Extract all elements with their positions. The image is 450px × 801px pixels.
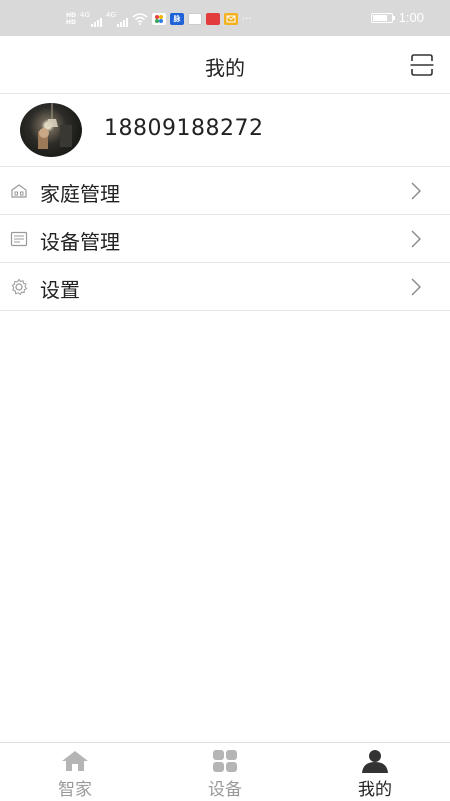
status-bar-right: 1:00: [370, 10, 424, 25]
tab-mine[interactable]: 我的: [300, 743, 450, 801]
tab-devices[interactable]: 设备: [150, 743, 300, 801]
page-header: 我的: [0, 36, 450, 94]
home-icon: [62, 751, 88, 771]
chevron-right-icon: [411, 182, 421, 200]
status-bar: HD HD 4G 4G 脉 ··· 1:00: [0, 0, 450, 36]
mail-icon: [224, 13, 239, 25]
profile-card[interactable]: 18809188272: [0, 94, 450, 167]
tab-label: 我的: [358, 780, 392, 800]
gear-icon: [11, 278, 28, 296]
scan-icon[interactable]: [410, 53, 434, 77]
status-time: 1:00: [398, 10, 424, 25]
battery-icon: [370, 12, 395, 23]
maimai-app-icon: 脉: [170, 13, 185, 25]
app-notification-icon-3: [206, 13, 221, 25]
status-bar-left: HD HD 4G 4G 脉 ···: [66, 8, 252, 30]
signal-icon: 4G: [80, 11, 103, 27]
maimai-app-label: 脉: [173, 15, 181, 23]
grid-icon: [213, 750, 237, 772]
wifi-icon: [132, 13, 148, 25]
device-list-icon: [10, 231, 28, 247]
signal-2-label: 4G: [106, 11, 116, 19]
tab-smart-home[interactable]: 智家: [0, 743, 150, 801]
page-title: 我的: [205, 56, 245, 80]
menu-item-label: 家庭管理: [40, 182, 120, 206]
person-icon: [362, 750, 388, 773]
user-phone-number: 18809188272: [104, 116, 264, 141]
app-notification-icon: [152, 13, 167, 25]
menu-item-label: 设置: [40, 278, 80, 302]
signal-1-label: 4G: [80, 11, 90, 19]
chevron-right-icon: [411, 278, 421, 296]
bottom-navigation: 智家 设备 我的: [0, 742, 450, 801]
network-bottom-label: HD: [66, 19, 77, 26]
chevron-right-icon: [411, 230, 421, 248]
menu-item-label: 设备管理: [40, 230, 120, 254]
menu-item-settings[interactable]: 设置: [0, 263, 450, 311]
menu-item-home-management[interactable]: 家庭管理: [0, 167, 450, 215]
tab-label: 设备: [208, 780, 242, 800]
network-top-label: HD: [66, 12, 77, 19]
signal-icon-2: 4G: [106, 11, 129, 27]
menu-item-device-management[interactable]: 设备管理: [0, 215, 450, 263]
tab-label: 智家: [58, 780, 92, 800]
more-notifications-icon: ···: [242, 13, 252, 25]
app-notification-icon-2: [188, 13, 203, 25]
home-icon: [11, 184, 27, 198]
avatar[interactable]: [20, 103, 82, 157]
network-type: HD HD: [66, 12, 76, 26]
